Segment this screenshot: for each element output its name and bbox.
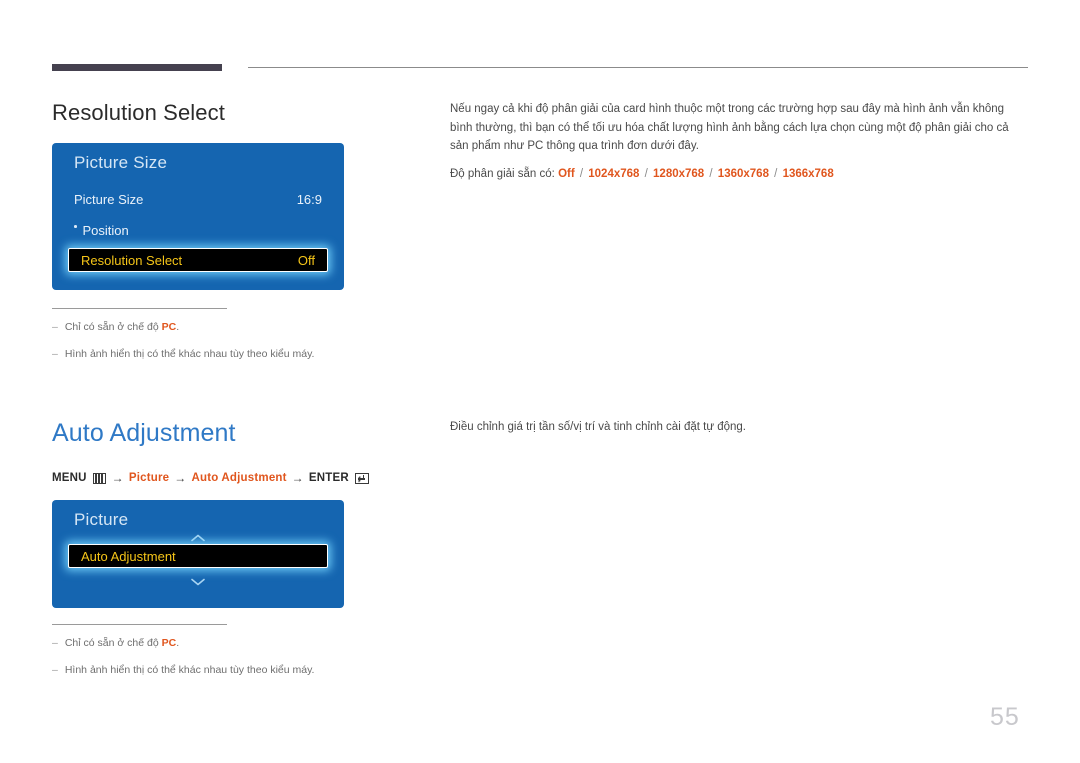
breadcrumb-enter-label: ENTER xyxy=(308,472,349,484)
breadcrumb-item-auto-adjustment[interactable]: Auto Adjustment xyxy=(191,472,286,484)
breadcrumb-item-picture[interactable]: Picture xyxy=(129,472,169,484)
note-text: Chỉ có sẵn ở chế độ xyxy=(64,321,162,333)
note-item: ‒ Hình ảnh hiển thị có thể khác nhau tùy … xyxy=(52,663,472,678)
osd-row-resolution-select-selected[interactable]: Resolution Select Off xyxy=(68,248,328,272)
note-divider xyxy=(52,308,227,309)
osd-row-value: 16:9 xyxy=(296,191,322,207)
available-resolutions-line: Độ phân giải sẵn có: Off / 1024x768 / 12… xyxy=(450,165,1028,184)
osd-row-position[interactable]: Position xyxy=(74,219,322,241)
note-dash: ‒ xyxy=(52,663,58,676)
breadcrumb-arrow: → xyxy=(111,471,124,485)
osd-row-label: Auto Adjustment xyxy=(81,548,176,564)
body-paragraph: Điều chỉnh giá trị tần số/vị trí và tinh… xyxy=(450,421,746,433)
body-text-auto-adjustment: Điều chỉnh giá trị tần số/vị trí và tinh… xyxy=(450,418,1028,437)
page-title-auto-adjustment: Auto Adjustment xyxy=(52,419,236,447)
enter-icon xyxy=(354,472,369,484)
note-item: ‒ Chỉ có sẵn ở chế độ PC. xyxy=(52,320,472,335)
note-item: ‒ Hình ảnh hiển thị có thể khác nhau tùy … xyxy=(52,347,472,362)
note-text: Hình ảnh hiển thị có thể khác nhau tùy t… xyxy=(64,347,315,360)
osd-row-label: Resolution Select xyxy=(81,252,183,268)
page-number: 55 xyxy=(990,703,1020,731)
note-text-end: . xyxy=(176,637,180,649)
note-dash: ‒ xyxy=(52,321,58,333)
osd-row-label: Picture Size xyxy=(74,191,144,207)
note-highlight: PC xyxy=(161,637,177,649)
breadcrumb-menu-label: MENU xyxy=(52,472,87,484)
osd-row-value: Off xyxy=(297,252,315,268)
resolution-option: 1024x768 xyxy=(588,167,640,180)
osd-row-label-text: Position xyxy=(82,222,129,238)
osd-panel-title: Picture Size xyxy=(74,153,168,172)
note-dash: ‒ xyxy=(52,637,58,649)
notes-resolution-select: ‒ Chỉ có sẵn ở chế độ PC. ‒ Hình ảnh hiển … xyxy=(52,308,472,373)
note-divider xyxy=(52,624,227,625)
note-text: Hình ảnh hiển thị có thể khác nhau tùy t… xyxy=(64,663,315,676)
resolution-option: 1366x768 xyxy=(782,167,834,180)
note-highlight: PC xyxy=(161,321,177,333)
notes-auto-adjustment: ‒ Chỉ có sẵn ở chế độ PC. ‒ Hình ảnh hiển … xyxy=(52,624,472,689)
osd-panel-picture: Picture Auto Adjustment xyxy=(52,500,344,608)
resolution-option: 1280x768 xyxy=(653,167,705,180)
breadcrumb-arrow: → xyxy=(291,471,304,485)
available-resolutions-values: Off / 1024x768 / 1280x768 / 1360x768 / 1… xyxy=(558,168,834,180)
resolution-separator: / xyxy=(706,167,716,180)
header-rule-bar xyxy=(52,64,222,71)
body-text-resolution-select: Nếu ngay cả khi độ phân giải của card hì… xyxy=(450,100,1028,184)
note-dash: ‒ xyxy=(52,347,58,360)
menu-icon xyxy=(92,472,106,484)
page-title-resolution-select: Resolution Select xyxy=(52,100,225,125)
bullet-dot-icon xyxy=(74,225,77,228)
breadcrumb: MENU → Picture → Auto Adjustment → ENTER xyxy=(52,471,370,485)
resolution-separator: / xyxy=(576,167,587,180)
resolution-separator: / xyxy=(770,167,781,180)
body-paragraph: Nếu ngay cả khi độ phân giải của card hì… xyxy=(450,103,1009,153)
available-resolutions-label: Độ phân giải sẵn có: xyxy=(450,167,555,180)
note-text: Chỉ có sẵn ở chế độ xyxy=(64,637,162,649)
header-rule-line xyxy=(248,67,1028,68)
chevron-down-icon[interactable] xyxy=(191,578,205,586)
osd-row-picture-size[interactable]: Picture Size 16:9 xyxy=(74,188,322,210)
resolution-option: Off xyxy=(558,167,575,180)
breadcrumb-arrow: → xyxy=(174,471,187,485)
chevron-up-icon[interactable] xyxy=(191,534,205,542)
note-text-end: . xyxy=(176,321,180,333)
osd-panel-picture-size: Picture Size Picture Size 16:9 Position … xyxy=(52,143,344,290)
osd-row-label: Position xyxy=(74,223,129,238)
osd-panel-title: Picture xyxy=(74,510,129,529)
osd-row-auto-adjustment-selected[interactable]: Auto Adjustment xyxy=(68,544,328,568)
resolution-separator: / xyxy=(641,167,652,180)
resolution-option: 1360x768 xyxy=(717,167,769,180)
note-item: ‒ Chỉ có sẵn ở chế độ PC. xyxy=(52,636,472,651)
